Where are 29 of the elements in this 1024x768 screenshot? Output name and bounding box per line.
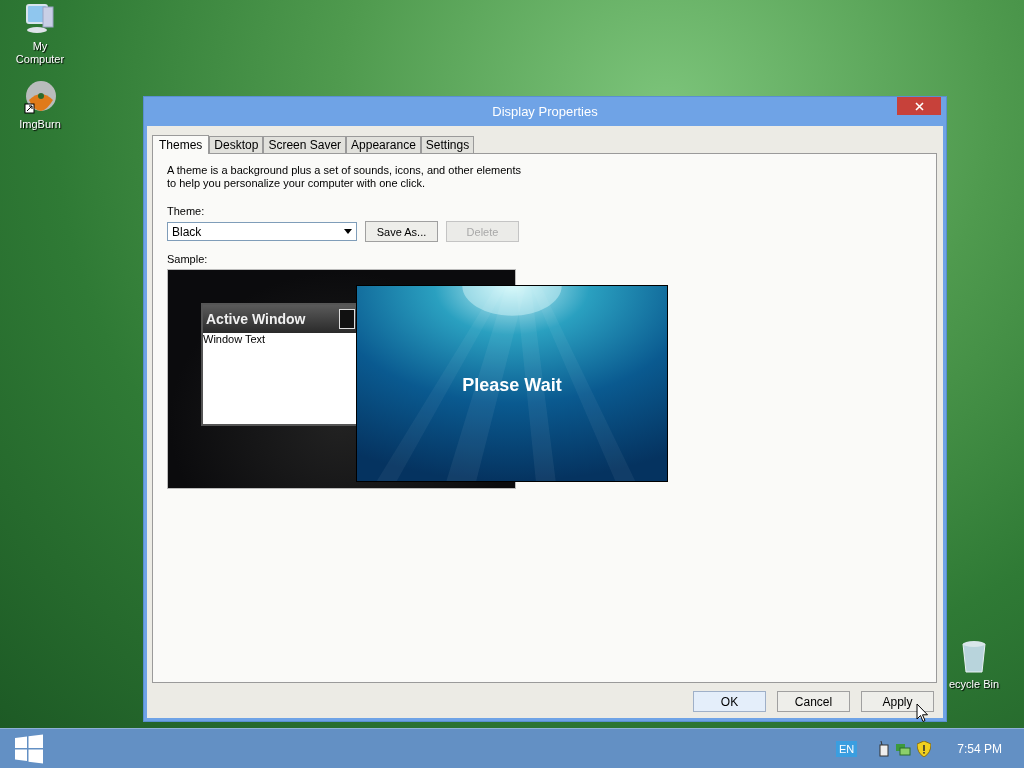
trash-bin-icon[interactable] (959, 640, 989, 674)
splash-text: Please Wait (462, 374, 562, 396)
disc-icon[interactable] (23, 80, 57, 114)
theme-label: Theme: (167, 205, 205, 217)
dropdown-arrow-icon (344, 229, 352, 234)
window-title: Display Properties (492, 104, 598, 119)
windows-logo-icon[interactable] (14, 733, 44, 764)
dialog-button[interactable]: Cancel (777, 691, 850, 712)
desktop-icon-label[interactable]: My Computer (7, 40, 73, 66)
close-icon (914, 101, 924, 111)
shield-icon[interactable] (917, 740, 932, 757)
preview-window-title: Active Window (206, 311, 306, 327)
sample-label: Sample: (167, 253, 208, 265)
preview-window-text: Window Text (203, 333, 266, 345)
theme-button[interactable]: Save As... (365, 221, 438, 242)
mouse-pointer-icon (916, 703, 929, 723)
phone-icon[interactable] (879, 740, 890, 757)
close-button[interactable] (897, 97, 941, 115)
tab[interactable]: Screen Saver (263, 136, 347, 153)
tab[interactable]: Appearance (346, 136, 421, 153)
computer-icon[interactable] (23, 2, 57, 36)
theme-dropdown[interactable]: Black (167, 222, 357, 241)
tab[interactable]: Themes (152, 135, 210, 154)
tab[interactable]: Desktop (209, 136, 264, 153)
tab[interactable]: Settings (420, 136, 475, 153)
dialog-button[interactable]: OK (693, 691, 766, 712)
dialog-button[interactable]: Apply (861, 691, 934, 712)
desktop-icon-label[interactable]: ImgBurn (7, 118, 73, 131)
description-text: A theme is a background plus a set of sounds, icons, and other elements to help you personalize your computer with one click. (167, 164, 523, 190)
